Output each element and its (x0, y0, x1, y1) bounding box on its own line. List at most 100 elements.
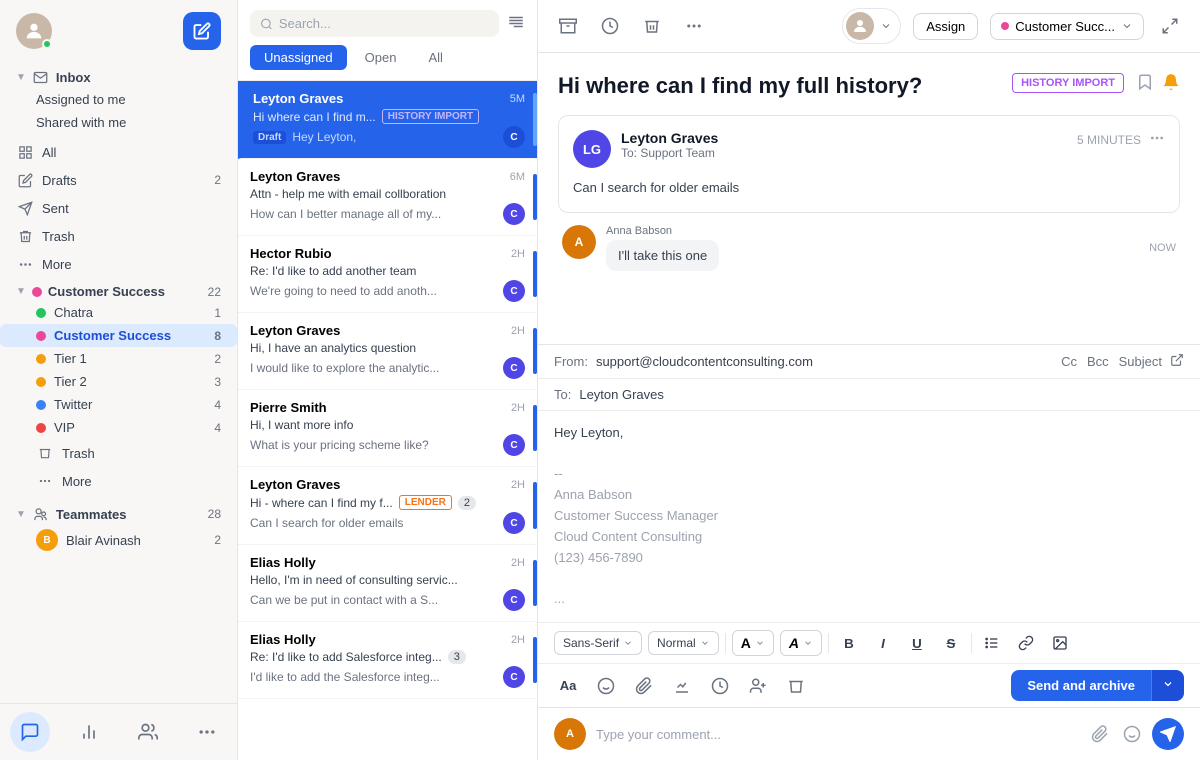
chat-bottom-icon[interactable] (10, 712, 50, 752)
conversation-tabs: Unassigned Open All (250, 45, 525, 70)
emoji-icon[interactable] (592, 672, 620, 700)
conversation-item-8[interactable]: Elias Holly 2H Re: I'd like to add Sales… (238, 622, 537, 699)
conv-time-7: 2H (511, 557, 525, 569)
send-comment-button[interactable] (1152, 718, 1184, 750)
comment-attachment-icon[interactable] (1088, 722, 1112, 746)
font-size-icon[interactable]: Aa (554, 672, 582, 700)
bookmark-icon[interactable] (1136, 73, 1154, 94)
list-button[interactable] (978, 629, 1006, 657)
internal-note: A Anna Babson I'll take this one NOW (558, 225, 1180, 271)
conversation-item-5[interactable]: Pierre Smith 2H Hi, I want more info Wha… (238, 390, 537, 467)
cs-chevron: ▼ (16, 286, 26, 297)
sidebar-item-vip[interactable]: VIP 4 (0, 416, 237, 439)
active-bar-4 (533, 328, 537, 374)
conv-sender-8: Elias Holly (250, 632, 316, 647)
sidebar-item-more[interactable]: More (0, 250, 237, 278)
schedule-icon[interactable] (706, 672, 734, 700)
search-box[interactable] (250, 10, 499, 37)
inbox-header[interactable]: ▼ Inbox (0, 62, 237, 88)
trash-compose-icon[interactable] (782, 672, 810, 700)
conv-sender-5: Pierre Smith (250, 400, 327, 415)
notification-bell-icon[interactable] (1162, 73, 1180, 94)
conv-footer-4: I would like to explore the analytic... … (250, 357, 525, 379)
sidebar-item-sent[interactable]: Sent (0, 194, 237, 222)
sort-icon[interactable] (507, 13, 525, 34)
sidebar-item-shared-with-me[interactable]: Shared with me (0, 111, 237, 134)
more-options-icon[interactable] (680, 12, 708, 40)
underline-button[interactable]: U (903, 629, 931, 657)
conv-subject-3: Re: I'd like to add another team (250, 264, 525, 278)
conversation-item-1[interactable]: Leyton Graves 5M Hi where can I find m..… (238, 81, 537, 159)
link-button[interactable] (1012, 629, 1040, 657)
archive-icon[interactable] (554, 12, 582, 40)
italic-button[interactable]: I (869, 629, 897, 657)
cc-label[interactable]: Cc (1061, 354, 1077, 369)
sidebar-item-cs-trash[interactable]: Trash (0, 439, 237, 467)
conv-avatar-7: C (503, 589, 525, 611)
delete-icon[interactable] (638, 12, 666, 40)
contacts-bottom-icon[interactable] (128, 712, 168, 752)
conv-subject-8: Re: I'd like to add Salesforce integ... … (250, 650, 525, 664)
conversation-item-3[interactable]: Hector Rubio 2H Re: I'd like to add anot… (238, 236, 537, 313)
from-email: support@cloudcontentconsulting.com (596, 354, 813, 369)
text-color-btn[interactable]: A (732, 630, 774, 656)
sidebar-item-drafts[interactable]: Drafts 2 (0, 166, 237, 194)
font-family-select[interactable]: Sans-Serif (554, 631, 642, 655)
sidebar-item-blair[interactable]: B Blair Avinash 2 (0, 525, 237, 555)
toolbar-sep-2 (828, 633, 829, 653)
bcc-label[interactable]: Bcc (1087, 354, 1109, 369)
sidebar-item-customer-success[interactable]: Customer Success 8 (0, 324, 237, 347)
bg-color-btn[interactable]: A (780, 630, 822, 656)
lender-tag: LENDER (399, 495, 452, 510)
attachment-icon[interactable] (630, 672, 658, 700)
sidebar-item-trash[interactable]: Trash (0, 222, 237, 250)
signature-icon[interactable] (668, 672, 696, 700)
conversation-item-6[interactable]: Leyton Graves 2H Hi - where can I find m… (238, 467, 537, 545)
snooze-icon[interactable] (596, 12, 624, 40)
assign-button[interactable]: Assign (913, 13, 978, 40)
tab-open[interactable]: Open (351, 45, 411, 70)
sidebar-item-chatra[interactable]: Chatra 1 (0, 301, 237, 324)
subject-label[interactable]: Subject (1119, 354, 1162, 369)
header-user-avatar-btn[interactable] (842, 8, 901, 44)
comment-avatar: A (554, 718, 586, 750)
send-archive-dropdown-button[interactable] (1151, 670, 1184, 701)
sidebar-item-all[interactable]: All (0, 138, 237, 166)
tab-unassigned[interactable]: Unassigned (250, 45, 347, 70)
sidebar-item-cs-more[interactable]: More (0, 467, 237, 495)
sidebar-item-tier2[interactable]: Tier 2 3 (0, 370, 237, 393)
send-archive-main-button[interactable]: Send and archive (1011, 670, 1151, 701)
compose-text-area[interactable]: Hey Leyton, -- Anna Babson Customer Succ… (538, 411, 1200, 622)
bold-button[interactable]: B (835, 629, 863, 657)
message-sender-1: Leyton Graves (621, 130, 1067, 146)
conversation-item-4[interactable]: Leyton Graves 2H Hi, I have an analytics… (238, 313, 537, 390)
header-action-icons (554, 12, 708, 40)
tab-all[interactable]: All (414, 45, 456, 70)
conversation-item-2[interactable]: Leyton Graves 6M Attn - help me with ema… (238, 159, 537, 236)
expand-icon[interactable] (1156, 12, 1184, 40)
chart-bottom-icon[interactable] (69, 712, 109, 752)
teammates-header[interactable]: ▼ Teammates 28 (0, 499, 237, 525)
customer-success-header[interactable]: ▼ Customer Success 22 (0, 278, 237, 301)
conv-time-3: 2H (511, 248, 525, 260)
conv-avatar-6: C (503, 512, 525, 534)
comment-emoji-icon[interactable] (1120, 722, 1144, 746)
conv-avatar-2: C (503, 203, 525, 225)
comment-input[interactable] (596, 727, 1078, 742)
strikethrough-button[interactable]: S (937, 629, 965, 657)
sidebar-item-twitter[interactable]: Twitter 4 (0, 393, 237, 416)
conversation-item-7[interactable]: Elias Holly 2H Hello, I'm in need of con… (238, 545, 537, 622)
sidebar-item-assigned-to-me[interactable]: Assigned to me (0, 88, 237, 111)
team-button[interactable]: Customer Succ... (990, 13, 1144, 40)
user-avatar[interactable] (16, 13, 52, 49)
external-link-icon[interactable] (1170, 353, 1184, 370)
image-button[interactable] (1046, 629, 1074, 657)
message-more-icon[interactable] (1149, 130, 1165, 149)
conv-footer-2: How can I better manage all of my... C (250, 203, 525, 225)
add-assignee-icon[interactable] (744, 672, 772, 700)
sidebar-item-tier1[interactable]: Tier 1 2 (0, 347, 237, 370)
font-size-select[interactable]: Normal (648, 631, 719, 655)
compose-button[interactable] (183, 12, 221, 50)
search-input[interactable] (279, 16, 489, 31)
settings-bottom-icon[interactable] (187, 712, 227, 752)
